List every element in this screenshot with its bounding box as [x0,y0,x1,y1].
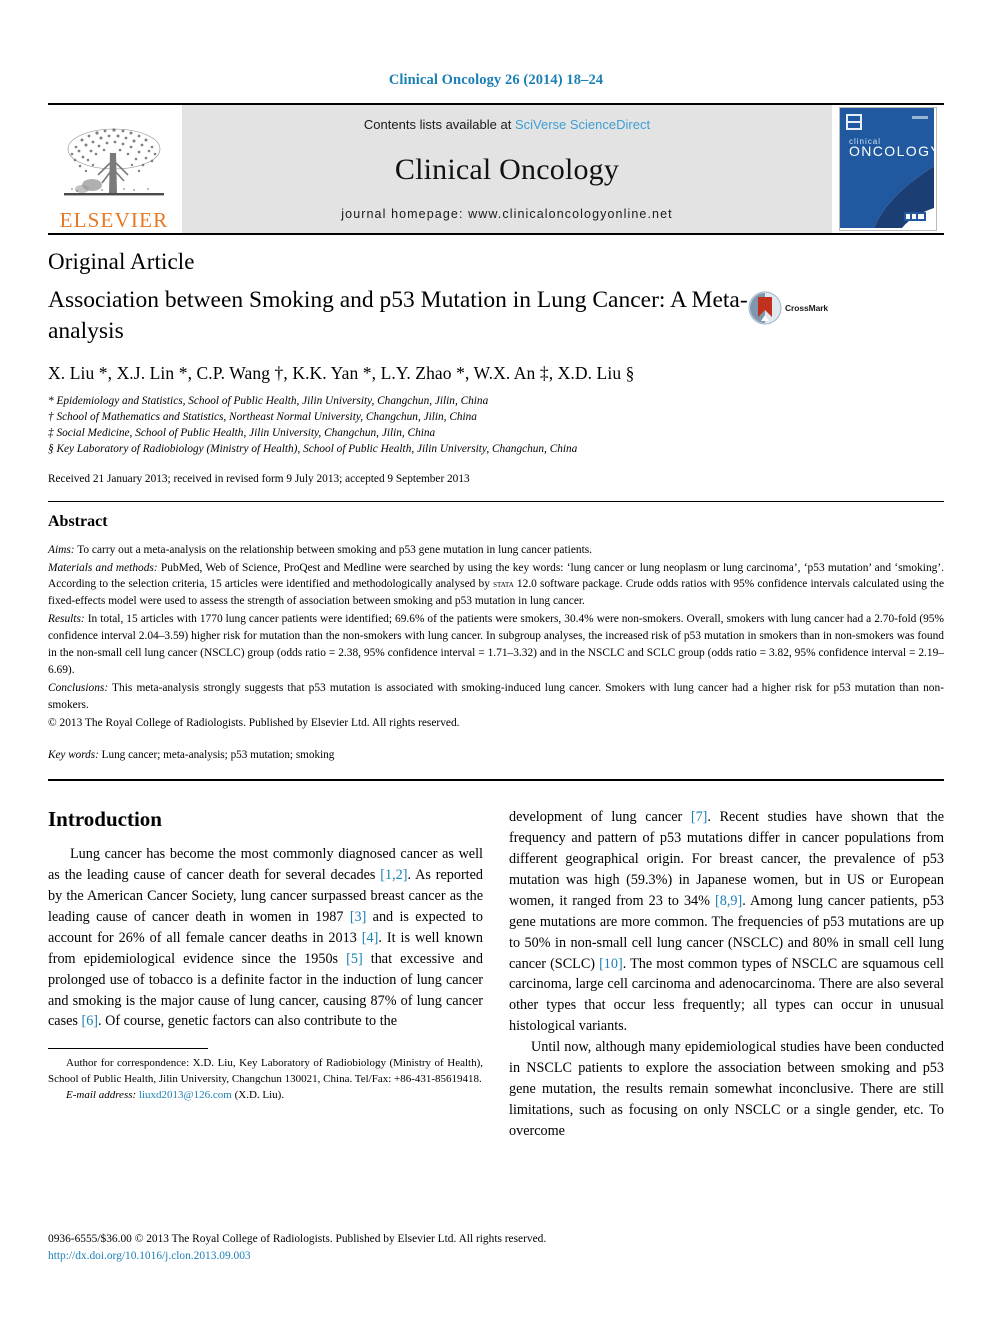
running-head: Clinical Oncology 26 (2014) 18–24 [388,72,604,88]
abstract-top-rule [48,500,944,502]
journal-band: Contents lists available at SciVerse Sci… [182,105,832,233]
correspondence-text: Author for correspondence: X.D. Liu, Key… [48,1057,483,1086]
footnote-separator [48,1048,208,1050]
body-column-right: development of lung cancer [7]. Recent s… [509,807,944,1141]
crossmark-icon [748,291,782,325]
affiliation-list: * Epidemiology and Statistics, School of… [48,393,944,457]
abstract-methods-label: Materials and methods: [48,561,158,574]
paper-page: Clinical Oncology 26 (2014) 18–24 ELSEVI… [0,0,992,1323]
intro-text: development of lung cancer [509,809,691,826]
keywords-label: Key words: [48,749,99,762]
journal-masthead: ELSEVIER Contents lists available at Sci… [48,103,944,233]
citation-ref[interactable]: [10] [599,956,623,972]
abstract-conclusions-label: Conclusions: [48,681,109,694]
body-column-left: Introduction Lung cancer has become the … [48,807,483,1141]
abstract-results: Results: In total, 15 articles with 1770… [48,611,944,679]
email-suffix: (X.D. Liu). [231,1089,285,1102]
intro-text: . Of course, genetic factors can also co… [98,1013,398,1030]
email-link[interactable]: liuxd2013@126.com [139,1089,232,1101]
page-footer: 0936-6555/$36.00 © 2013 The Royal Colleg… [48,1231,944,1265]
svg-text:ONCOLOGY: ONCOLOGY [849,143,934,159]
abstract-conclusions: Conclusions: This meta-analysis strongly… [48,680,944,714]
abstract-aims-label: Aims: [48,543,75,556]
elsevier-logo: ELSEVIER [48,105,180,233]
journal-title: Clinical Oncology [394,152,620,186]
affiliation-item: ‡ Social Medicine, School of Public Heal… [48,426,436,439]
contents-prefix: Contents lists available at [363,117,515,132]
citation-ref[interactable]: [8,9] [715,893,742,909]
abstract-heading: Abstract [48,512,108,530]
abstract-copyright: © 2013 The Royal College of Radiologists… [48,717,460,730]
citation-ref[interactable]: [7] [691,809,708,825]
citation-ref[interactable]: [4] [362,930,379,946]
author-list: X. Liu *, X.J. Lin *, C.P. Wang †, K.K. … [48,362,635,383]
affiliation-item: † School of Mathematics and Statistics, … [48,410,477,423]
sciencedirect-link[interactable]: SciVerse ScienceDirect [515,117,650,132]
citation-ref[interactable]: [5] [346,951,363,967]
citation-ref[interactable]: [3] [350,909,367,925]
crossmark-badge[interactable]: CrossMark [748,291,844,325]
doi-link[interactable]: http://dx.doi.org/10.1016/j.clon.2013.09… [48,1248,944,1265]
article-type: Original Article [48,249,195,274]
email-label: E-mail address: [66,1089,137,1102]
issn-copyright-line: 0936-6555/$36.00 © 2013 The Royal Colleg… [48,1232,547,1245]
affiliation-item: * Epidemiology and Statistics, School of… [48,394,489,407]
email-line: E-mail address: liuxd2013@126.com (X.D. … [48,1088,483,1104]
cover-art-icon: clinical ONCOLOGY [840,108,936,228]
crossmark-label: CrossMark [785,303,829,313]
journal-homepage-link[interactable]: journal homepage: www.clinicaloncologyon… [341,207,672,221]
title-row: Association between Smoking and p53 Muta… [48,285,944,348]
affiliation-item: § Key Laboratory of Radiobiology (Minist… [48,442,578,455]
elsevier-wordmark: ELSEVIER [59,208,169,232]
intro-paragraph-left: Lung cancer has become the most commonly… [48,844,483,1032]
journal-cover-thumbnail: clinical ONCOLOGY [832,105,944,233]
abstract-conclusions-text: This meta-analysis strongly suggests tha… [48,681,944,711]
abstract-results-text: In total, 15 articles with 1770 lung can… [48,613,944,676]
keywords-text: Lung cancer; meta-analysis; p53 mutation… [98,749,335,762]
section-heading-introduction: Introduction [48,807,162,832]
page-title: Association between Smoking and p53 Muta… [48,287,748,345]
abstract-bottom-rule [48,779,944,782]
abstract-results-label: Results: [48,613,85,626]
body-columns: Introduction Lung cancer has become the … [48,807,944,1141]
abstract-methods: Materials and methods: PubMed, Web of Sc… [48,560,944,611]
intro-paragraph-right-1: development of lung cancer [7]. Recent s… [509,807,944,1037]
citation-ref[interactable]: [1,2] [380,867,407,883]
keywords: Key words: Lung cancer; meta-analysis; p… [48,749,944,761]
abstract-software-name: stata [493,579,514,591]
correspondence-footnote: Author for correspondence: X.D. Liu, Key… [48,1056,483,1104]
contents-available-line: Contents lists available at SciVerse Sci… [364,117,650,132]
abstract-aims: Aims: To carry out a meta-analysis on th… [48,542,944,559]
article-history: Received 21 January 2013; received in re… [48,472,470,485]
abstract-aims-text: To carry out a meta-analysis on the rela… [74,543,593,556]
elsevier-tree-icon [64,128,164,196]
intro-paragraph-right-2: Until now, although many epidemiological… [509,1039,944,1139]
citation-ref[interactable]: [6] [81,1013,98,1029]
masthead-bottom-rule [48,233,944,235]
